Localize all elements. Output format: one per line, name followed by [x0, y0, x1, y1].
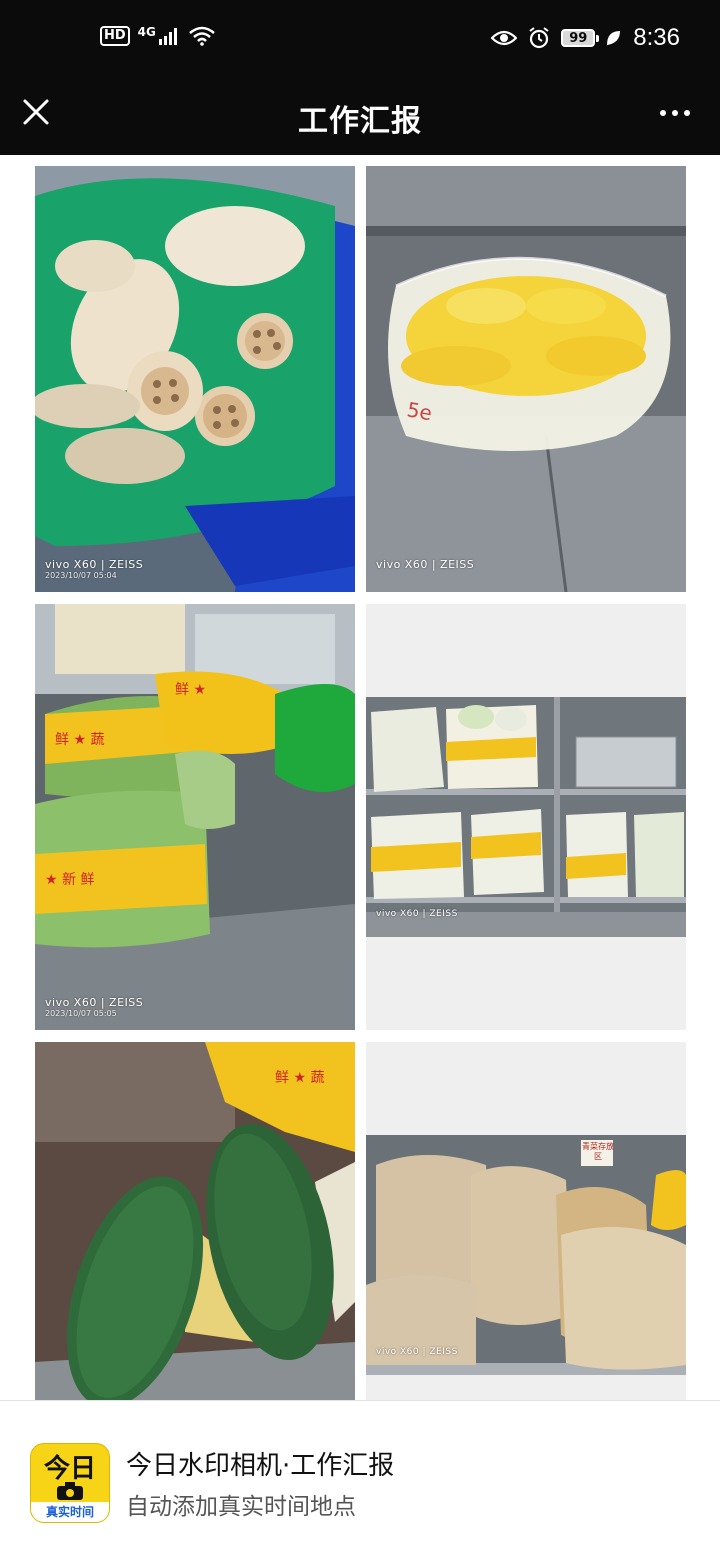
banner-subtitle: 自动添加真实时间地点	[126, 1494, 356, 1520]
shelf-vegetables-image	[366, 604, 686, 1030]
photo-watermark: vivo X60 | ZEISS	[376, 1347, 458, 1357]
system-status: 99 8:36	[491, 24, 680, 52]
photo-winter-melon[interactable]: 鲜 ★ 蔬	[35, 1042, 355, 1400]
logo-bottom-text: 真实时间	[31, 1502, 109, 1522]
clock: 8:36	[633, 24, 680, 51]
title-bar: 工作汇报	[0, 80, 720, 155]
camera-icon	[57, 1482, 83, 1500]
photo-watermark: vivo X60 | ZEISS 2023/10/07 05:04	[45, 558, 144, 580]
hd-badge: HD	[100, 26, 130, 46]
page-title: 工作汇报	[298, 104, 422, 139]
logo-top-text: 今日	[43, 1454, 96, 1484]
svg-text:鲜 ★: 鲜 ★	[175, 682, 206, 698]
eye-icon	[491, 30, 518, 46]
svg-text:鲜 ★ 蔬: 鲜 ★ 蔬	[55, 732, 104, 748]
svg-text:5e: 5e	[405, 397, 434, 425]
app-promo-banner[interactable]: 今日 真实时间 今日水印相机·工作汇报 自动添加真实时间地点	[0, 1400, 720, 1561]
photo-watermark: vivo X60 | ZEISS 2023/10/07 05:05	[45, 996, 144, 1018]
app-logo[interactable]: 今日 真实时间	[30, 1443, 110, 1523]
photo-shelf-vegetables[interactable]: vivo X60 | ZEISS	[366, 604, 686, 1030]
more-icon[interactable]	[660, 110, 690, 116]
network-label: 4G	[137, 25, 156, 39]
photo-packed-greens[interactable]: 鲜 ★ 蔬 ★ 新 鲜 鲜 ★ vivo X60 | ZEISS 2023/10…	[35, 604, 355, 1030]
photo-gallery[interactable]: vivo X60 | ZEISS 2023/10/07 05:04 5e viv…	[0, 155, 720, 1400]
lotus-root-image	[35, 166, 355, 592]
winter-melon-image: 鲜 ★ 蔬	[35, 1042, 355, 1400]
svg-text:鲜 ★ 蔬: 鲜 ★ 蔬	[275, 1070, 324, 1086]
signal-icon	[158, 28, 177, 45]
battery-level: 99	[569, 30, 588, 46]
leaf-icon	[607, 31, 621, 45]
corn-image: 5e	[366, 166, 686, 592]
banner-title: 今日水印相机·工作汇报	[126, 1451, 395, 1481]
network-status: HD 4G	[100, 25, 216, 46]
photo-corn[interactable]: 5e vivo X60 | ZEISS	[366, 166, 686, 592]
wifi-icon	[189, 26, 215, 46]
photo-ginger[interactable]: 青菜存放区 vivo X60 | ZEISS	[366, 1042, 686, 1400]
status-bar: HD 4G 99 8:36	[0, 0, 720, 80]
alarm-icon	[529, 27, 549, 49]
storage-sign: 青菜存放区	[582, 1142, 614, 1161]
photo-lotus-root[interactable]: vivo X60 | ZEISS 2023/10/07 05:04	[35, 166, 355, 592]
battery-icon: 99	[561, 29, 600, 47]
photo-watermark: vivo X60 | ZEISS	[376, 909, 458, 919]
packed-greens-image: 鲜 ★ 蔬 ★ 新 鲜 鲜 ★	[35, 604, 355, 1030]
svg-text:★ 新 鲜: ★ 新 鲜	[45, 872, 94, 888]
photo-watermark: vivo X60 | ZEISS	[376, 558, 475, 571]
